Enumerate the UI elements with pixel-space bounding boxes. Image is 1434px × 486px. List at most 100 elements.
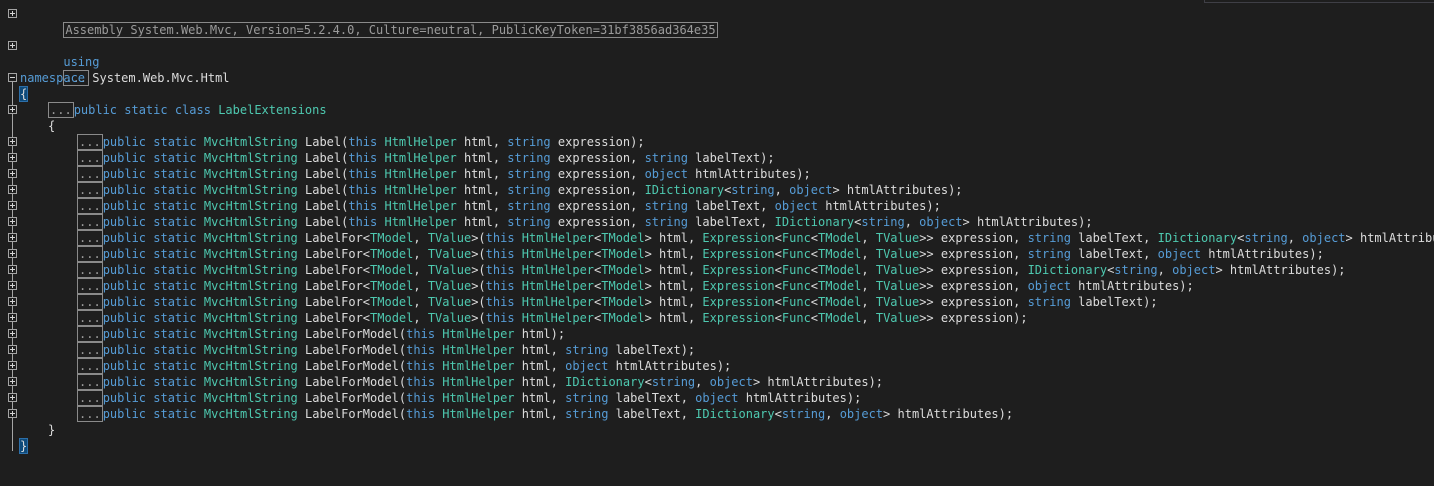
collapsed-region[interactable]: ... [77, 166, 103, 182]
type-token: HtmlHelper [521, 231, 595, 245]
collapsed-region[interactable]: ... [77, 278, 103, 294]
code-text: Label( [297, 135, 349, 149]
assembly-info[interactable]: Assembly System.Web.Mvc, Version=5.2.4.0… [63, 22, 718, 38]
type-token: HtmlHelper [521, 295, 595, 309]
code-text: < [810, 247, 819, 261]
expand-icon[interactable] [8, 169, 17, 178]
type-token: HtmlHelper [384, 151, 457, 165]
code-text: < [774, 295, 782, 309]
keyword-token: this [485, 279, 522, 293]
expand-icon[interactable] [8, 105, 17, 114]
type-token: Expression [702, 311, 775, 325]
type-token: TValue [875, 295, 920, 309]
expand-icon[interactable] [8, 233, 17, 242]
expand-icon[interactable] [8, 345, 17, 354]
type-token: MvcHtmlString [203, 311, 298, 325]
code-text: >> expression); [919, 311, 1028, 325]
collapsed-region[interactable]: ... [77, 182, 103, 198]
keyword-token: public static [102, 151, 204, 165]
expand-icon[interactable] [8, 201, 17, 210]
code-text: expression, [550, 199, 645, 213]
type-token: MvcHtmlString [203, 263, 298, 277]
assembly-line: Assembly System.Web.Mvc, Version=5.2.4.0… [0, 6, 718, 38]
expand-icon[interactable] [8, 249, 17, 258]
code-text: html, [456, 151, 508, 165]
code-text: expression); [550, 135, 645, 149]
collapse-icon[interactable] [8, 73, 17, 82]
expand-icon[interactable] [8, 9, 17, 18]
expand-icon[interactable] [8, 137, 17, 146]
type-token: TModel [818, 247, 862, 261]
keyword-token: string [507, 151, 551, 165]
collapsed-region[interactable]: ... [77, 358, 103, 374]
type-token: TValue [875, 263, 920, 277]
expand-icon[interactable] [8, 265, 17, 274]
collapsed-region[interactable]: ... [77, 406, 103, 422]
collapsed-region[interactable]: ... [77, 310, 103, 326]
type-token: Expression [702, 247, 775, 261]
collapsed-region[interactable]: ... [77, 246, 103, 262]
keyword-token: string [507, 199, 551, 213]
collapsed-region[interactable]: ... [77, 294, 103, 310]
type-token: IDictionary [1027, 263, 1108, 277]
collapsed-region[interactable]: ... [77, 390, 103, 406]
code-text: , [825, 407, 840, 421]
code-text: htmlAttributes); [687, 167, 811, 181]
collapsed-region[interactable]: ... [77, 214, 103, 230]
type-token: TValue [427, 231, 472, 245]
expand-icon[interactable] [8, 329, 17, 338]
expand-icon[interactable] [8, 153, 17, 162]
collapsed-region[interactable]: ... [77, 150, 103, 166]
keyword-token: this [406, 391, 443, 405]
expand-icon[interactable] [8, 377, 17, 386]
collapsed-region[interactable]: ... [77, 262, 103, 278]
keyword-token: this [348, 135, 385, 149]
expand-icon[interactable] [8, 313, 17, 322]
collapsed-region[interactable]: ... [77, 374, 103, 390]
code-text: , [413, 311, 428, 325]
collapsed-region[interactable]: ... [77, 342, 103, 358]
expand-icon[interactable] [8, 361, 17, 370]
collapsed-region[interactable]: ... [77, 326, 103, 342]
type-token: Expression [702, 279, 775, 293]
code-text: LabelForModel( [297, 359, 407, 373]
expand-icon[interactable] [8, 297, 17, 306]
code-text: > htmlAttributes); [1345, 231, 1434, 245]
keyword-token: string [1027, 247, 1071, 261]
expand-icon[interactable] [8, 185, 17, 194]
type-token: IDictionary [565, 375, 645, 389]
type-token: TModel [370, 263, 414, 277]
code-text: >( [471, 279, 486, 293]
code-text: < [644, 375, 652, 389]
code-editor[interactable]: Assembly System.Web.Mvc, Version=5.2.4.0… [0, 0, 1434, 461]
keyword-token: public static [102, 327, 204, 341]
expand-icon[interactable] [8, 281, 17, 290]
type-token: HtmlHelper [521, 247, 595, 261]
code-text: > htmlAttributes); [883, 407, 1014, 421]
type-token: MvcHtmlString [203, 151, 298, 165]
code-text: expression, [550, 151, 645, 165]
code-text: html, [514, 391, 566, 405]
code-text: labelText, [687, 199, 775, 213]
expand-icon[interactable] [8, 393, 17, 402]
type-token: HtmlHelper [384, 215, 457, 229]
keyword-token: public static [102, 231, 204, 245]
keyword-token: this [485, 263, 522, 277]
code-text: > htmlAttributes); [962, 215, 1093, 229]
keyword-token: string [1244, 231, 1288, 245]
keyword-token: string [565, 343, 609, 357]
expand-icon[interactable] [8, 217, 17, 226]
code-text: , [904, 215, 920, 229]
collapsed-region[interactable]: ... [77, 134, 103, 150]
code-text: , [413, 295, 428, 309]
using-keyword: using [63, 55, 100, 69]
keyword-token: object [1302, 231, 1346, 245]
code-text: Label( [297, 183, 349, 197]
collapsed-region[interactable]: ... [48, 102, 74, 118]
collapsed-region[interactable]: ... [77, 230, 103, 246]
expand-icon[interactable] [8, 409, 17, 418]
expand-icon[interactable] [8, 41, 17, 50]
collapsed-region[interactable]: ... [77, 198, 103, 214]
keyword-token: string [507, 135, 551, 149]
keyword-token: object [1027, 279, 1071, 293]
